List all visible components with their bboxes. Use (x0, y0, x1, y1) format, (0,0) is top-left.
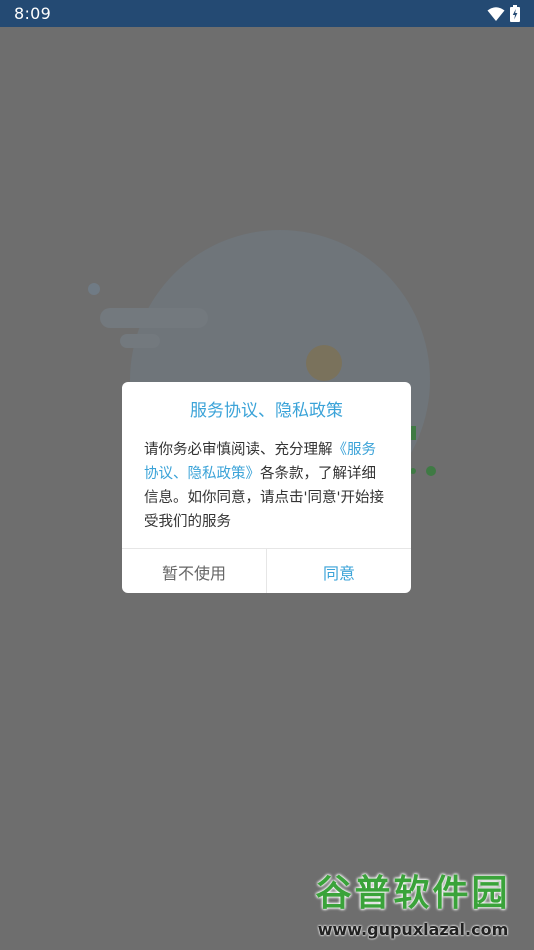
watermark-url: www.gupuxlazal.com (317, 920, 509, 939)
decline-button[interactable]: 暂不使用 (122, 549, 267, 593)
watermark-name: 谷普软件园 (315, 873, 511, 914)
dialog-actions: 暂不使用 同意 (122, 548, 411, 593)
watermark-logo: 谷普软件园 www.gupuxlazal.com (292, 866, 534, 950)
message-text-start: 请你务必审慎阅读、充分理解 (144, 442, 333, 458)
agree-button[interactable]: 同意 (267, 549, 411, 593)
status-bar: 8:09 (0, 0, 534, 27)
dialog-title: 服务协议、隐私政策 (190, 401, 343, 421)
wifi-icon (487, 6, 505, 21)
cloud-shape-small (120, 334, 160, 348)
cloud-dot (88, 283, 100, 295)
dialog-message: 请你务必审慎阅读、充分理解《服务协议、隐私政策》各条款，了解详细信息。如你同意，… (144, 438, 390, 534)
status-icons (487, 5, 520, 22)
cloud-shape (100, 308, 208, 328)
status-time: 8:09 (14, 4, 52, 23)
battery-charging-icon (510, 5, 520, 22)
green-dot (426, 466, 436, 476)
consent-dialog: 服务协议、隐私政策 请你务必审慎阅读、充分理解《服务协议、隐私政策》各条款，了解… (122, 382, 411, 593)
sun-shape (306, 345, 342, 381)
